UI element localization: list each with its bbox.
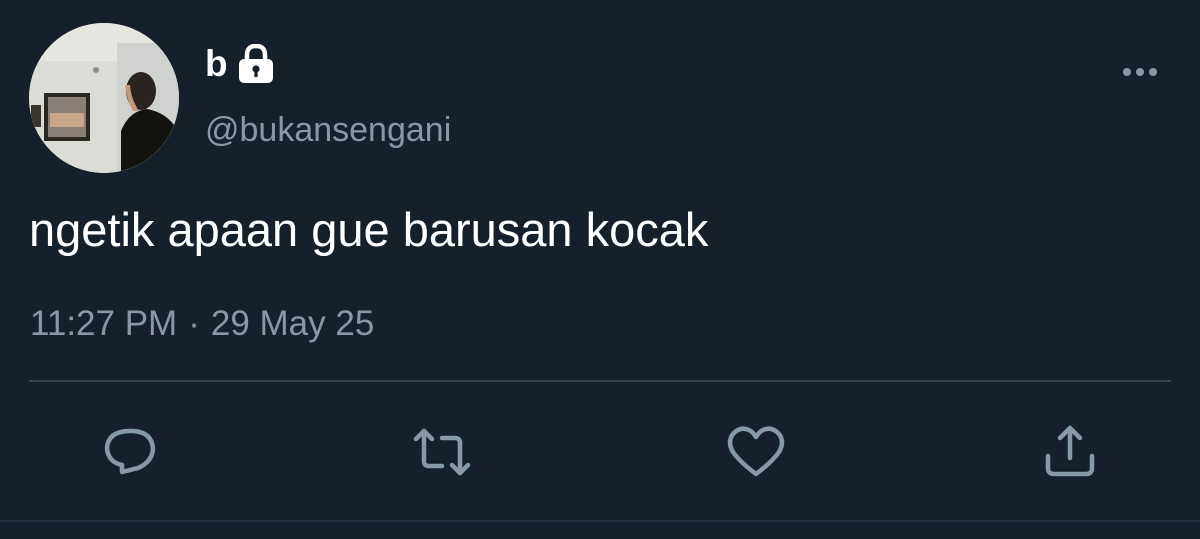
divider <box>29 380 1171 382</box>
like-icon <box>726 422 786 482</box>
display-name[interactable]: b <box>205 42 228 86</box>
display-name-row: b <box>205 42 278 86</box>
tweet-text: ngetik apaan gue barusan kocak <box>29 203 709 256</box>
meta-separator: · <box>188 304 200 343</box>
reply-icon <box>100 422 160 482</box>
avatar[interactable] <box>29 23 179 173</box>
retweet-button[interactable] <box>412 422 472 482</box>
reply-button[interactable] <box>100 422 160 482</box>
retweet-icon <box>412 422 472 482</box>
lock-icon <box>234 43 278 84</box>
share-icon <box>1040 422 1100 482</box>
like-button[interactable] <box>726 422 786 482</box>
tweet-card: b @bukansengani ngetik apaan gue barusan… <box>0 0 1200 539</box>
tweet-time: 11:27 PM <box>30 304 178 343</box>
bottom-divider <box>0 520 1200 522</box>
tweet-timestamp[interactable]: 11:27 PM · 29 May 25 <box>30 302 374 346</box>
avatar-photo <box>29 23 179 173</box>
share-button[interactable] <box>1040 422 1100 482</box>
more-options-icon[interactable] <box>1118 62 1162 82</box>
user-handle[interactable]: @bukansengani <box>205 110 451 150</box>
tweet-date: 29 May 25 <box>210 304 375 343</box>
